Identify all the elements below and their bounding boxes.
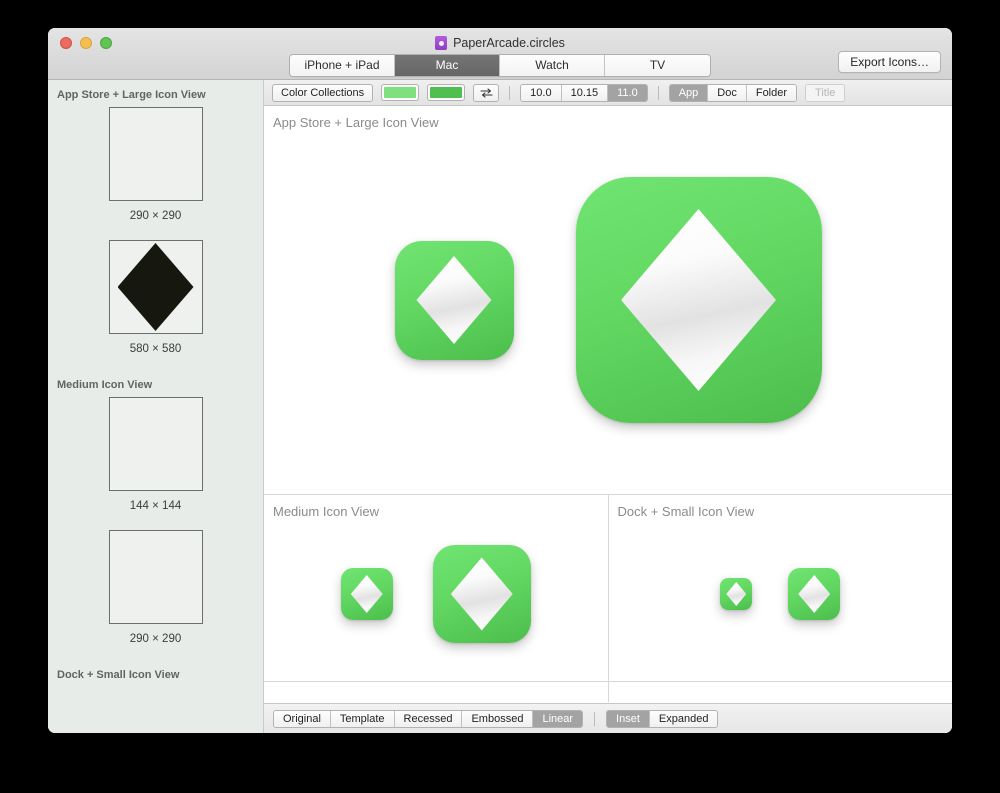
tab-iphone-ipad[interactable]: iPhone + iPad	[290, 55, 395, 76]
preview-section-next-left	[264, 682, 609, 702]
icon-kind-title-control: Title	[805, 83, 846, 102]
color-swatch-light[interactable]	[381, 84, 420, 101]
black-diamond-shape	[117, 243, 194, 331]
app-icon-preview-small	[788, 568, 841, 620]
window-body: App Store + Large Icon View 290 × 290 58…	[48, 80, 952, 733]
toolbar-divider	[594, 711, 596, 726]
bottom-toolbar: Original Template Recessed Embossed Line…	[264, 703, 952, 733]
os-version-segmented-control[interactable]: 10.0 10.15 11.0	[520, 83, 648, 102]
preview-row-lower: Medium Icon View Dock + Small Icon View	[264, 495, 952, 681]
fit-segmented-control[interactable]: Inset Expanded	[606, 709, 719, 728]
os-version-10-0[interactable]: 10.0	[521, 84, 562, 101]
size-label: 290 × 290	[129, 633, 182, 645]
main-pane: Color Collections 10.0 10.15 11.0 App Do…	[264, 80, 952, 733]
style-linear[interactable]: Linear	[533, 710, 583, 727]
options-toolbar: Color Collections 10.0 10.15 11.0 App Do…	[264, 80, 952, 106]
style-template[interactable]: Template	[330, 710, 395, 727]
preview-row-next	[264, 682, 952, 702]
toolbar-divider	[509, 85, 511, 100]
style-original[interactable]: Original	[274, 710, 331, 727]
app-icon-preview-medium	[394, 240, 514, 360]
preview-section-next-right	[608, 682, 952, 702]
os-version-11-0[interactable]: 11.0	[608, 84, 647, 101]
icon-kind-title: Title	[806, 84, 845, 101]
preview-canvas: App Store + Large Icon View Medium Icon …	[264, 106, 952, 703]
preview-section-medium: Medium Icon View	[264, 495, 609, 681]
tab-watch[interactable]: Watch	[500, 55, 605, 76]
style-recessed[interactable]: Recessed	[394, 710, 463, 727]
fit-expanded[interactable]: Expanded	[649, 710, 718, 727]
preview-section-dock: Dock + Small Icon View	[608, 495, 952, 681]
color-swatch-dark[interactable]	[427, 84, 466, 101]
app-icon-preview-small	[340, 568, 393, 620]
style-embossed[interactable]: Embossed	[462, 710, 534, 727]
color-collections-button[interactable]: Color Collections	[272, 83, 374, 102]
sidebar-header-medium: Medium Icon View	[57, 379, 153, 391]
sidebar-header-dock: Dock + Small Icon View	[57, 669, 180, 681]
preview-section-title: App Store + Large Icon View	[273, 115, 439, 130]
icon-kind-folder[interactable]: Folder	[746, 84, 797, 101]
sidebar-header-appstore: App Store + Large Icon View	[57, 89, 206, 101]
icon-thumbnail-empty[interactable]	[108, 107, 203, 201]
sidebar-item-144[interactable]: 144 × 144	[48, 397, 263, 512]
size-label: 580 × 580	[129, 343, 182, 355]
sidebar[interactable]: App Store + Large Icon View 290 × 290 58…	[48, 80, 264, 733]
icon-thumbnail-empty[interactable]	[108, 530, 203, 624]
app-icon-preview-tiny	[720, 578, 753, 610]
preview-section-title: Dock + Small Icon View	[617, 504, 755, 519]
title-bar: PaperArcade.circles iPhone + iPad Mac Wa…	[48, 28, 952, 80]
sidebar-item-290-a[interactable]: 290 × 290	[48, 107, 263, 222]
icon-kind-app[interactable]: App	[669, 84, 709, 101]
app-window: PaperArcade.circles iPhone + iPad Mac Wa…	[48, 28, 952, 733]
sidebar-item-580[interactable]: 580 × 580	[48, 240, 263, 355]
icon-thumbnail-mask[interactable]	[108, 240, 203, 334]
window-title-text: PaperArcade.circles	[453, 36, 565, 50]
window-title: PaperArcade.circles	[48, 36, 952, 50]
icon-kind-segmented-control[interactable]: App Doc Folder	[668, 83, 798, 102]
fit-inset[interactable]: Inset	[607, 710, 650, 727]
preview-section-title: Medium Icon View	[273, 504, 379, 519]
size-label: 290 × 290	[129, 210, 182, 222]
app-icon-preview-medium	[432, 545, 531, 643]
app-icon-preview-large	[575, 177, 822, 423]
purple-document-icon	[435, 36, 448, 50]
tab-mac[interactable]: Mac	[395, 55, 500, 76]
icon-thumbnail-empty[interactable]	[108, 397, 203, 491]
tab-tv[interactable]: TV	[605, 55, 710, 76]
platform-tab-group[interactable]: iPhone + iPad Mac Watch TV	[289, 54, 711, 77]
style-segmented-control[interactable]: Original Template Recessed Embossed Line…	[273, 709, 584, 728]
toolbar-divider	[657, 85, 659, 100]
swap-arrows-icon	[480, 87, 493, 98]
os-version-10-15[interactable]: 10.15	[561, 84, 609, 101]
sidebar-item-290-b[interactable]: 290 × 290	[48, 530, 263, 645]
icon-kind-doc[interactable]: Doc	[708, 84, 747, 101]
export-icons-button[interactable]: Export Icons…	[838, 51, 941, 73]
swap-colors-button[interactable]	[473, 83, 500, 102]
preview-section-appstore: App Store + Large Icon View	[264, 106, 952, 494]
size-label: 144 × 144	[129, 500, 182, 512]
